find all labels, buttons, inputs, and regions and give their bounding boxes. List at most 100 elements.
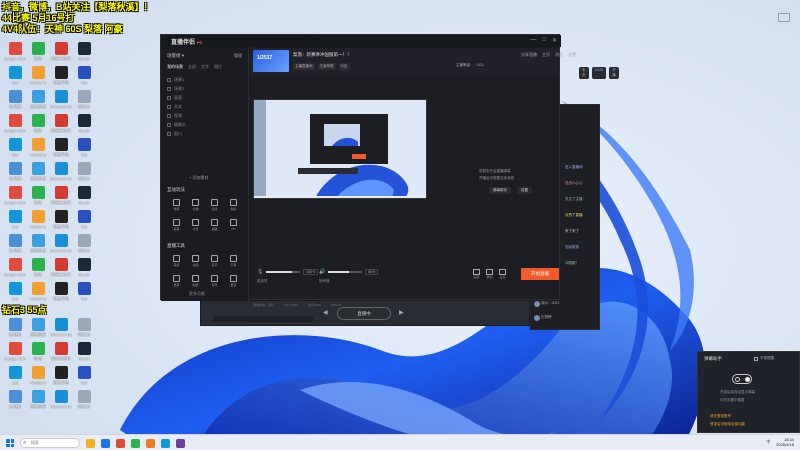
danmaku-settings-button[interactable]: 设置 <box>517 187 532 194</box>
next-arrow-icon[interactable]: ▶ <box>399 309 404 316</box>
desktop-icon[interactable]: 微信 <box>27 42 49 68</box>
taskbar-app-icon[interactable] <box>116 438 125 448</box>
desktop-icon[interactable]: Top <box>73 66 95 92</box>
stream-preview[interactable] <box>253 99 427 199</box>
desktop-icon[interactable]: 此电脑 <box>4 162 26 188</box>
desktop-icon[interactable]: 直播伴侣 <box>50 66 72 92</box>
desktop-icon[interactable]: 直播伴侣 <box>50 210 72 236</box>
taskbar-app-icon[interactable] <box>146 438 155 448</box>
stream-tag[interactable]: 分区 <box>338 63 350 70</box>
tab-all[interactable]: 全部 <box>188 64 196 70</box>
desktop-icon[interactable]: Top <box>73 210 95 236</box>
interactive-tool-button[interactable]: 连线 <box>205 199 224 215</box>
desktop-icon[interactable]: Google Chrome <box>4 42 26 68</box>
desktop-icon[interactable]: Top <box>73 366 95 392</box>
live-tool-button[interactable]: 贴纸 <box>186 275 205 291</box>
desktop-icon[interactable]: Steam <box>73 186 95 212</box>
desktop-icon[interactable]: Google Chrome <box>4 114 26 140</box>
scene-manage-button[interactable]: 管理 <box>234 53 242 59</box>
interactive-tool-button[interactable]: 礼物 <box>186 199 205 215</box>
desktop-icon[interactable]: QQ <box>4 366 26 392</box>
taskbar-app-icon[interactable] <box>86 438 95 448</box>
desktop-icon[interactable]: 网易云音乐 <box>50 42 72 68</box>
settings-button[interactable]: 设置 <box>568 52 576 58</box>
maximize-button[interactable]: □ <box>542 37 546 44</box>
desktop-icon[interactable]: Steam <box>73 114 95 140</box>
stream-tag[interactable]: 王者荣耀 <box>317 63 336 70</box>
desktop-icon[interactable]: Microsoft Edge <box>50 318 72 344</box>
scene-item[interactable]: 文本 <box>167 102 245 111</box>
interactive-tool-button[interactable]: 弹幕 <box>167 199 186 215</box>
live-tool-button[interactable]: 字幕 <box>224 255 243 271</box>
desktop-icon[interactable]: 回收站 <box>73 318 95 344</box>
scene-item[interactable]: 窗口 <box>167 129 245 138</box>
start-live-button[interactable]: 开始直播 <box>521 268 559 280</box>
quality-button[interactable]: 画质 <box>473 269 480 279</box>
desktop-icon[interactable]: 直播伴侣 <box>50 282 72 308</box>
desktop-icon[interactable]: Google Chrome <box>4 342 26 368</box>
desktop-icon[interactable]: Google Chrome <box>4 186 26 212</box>
desktop-icon[interactable]: Top <box>73 138 95 164</box>
interactive-tool-button[interactable]: 福袋 <box>205 219 224 235</box>
desktop-icon[interactable]: 此电脑 <box>4 318 26 344</box>
desktop-icon[interactable]: Microsoft Edge <box>50 390 72 416</box>
tab-text[interactable]: 文字 <box>201 64 209 70</box>
taskbar-clock[interactable]: 18:34 2026/4/18 <box>776 437 794 447</box>
desktop-icon[interactable]: 此电脑 <box>4 390 26 416</box>
desktop-icon[interactable]: 网易云音乐 <box>50 114 72 140</box>
desktop-icon[interactable]: 微信 <box>27 342 49 368</box>
scene-item[interactable]: 场景1 <box>167 75 245 84</box>
desktop-icon[interactable]: Microsoft Edge <box>50 162 72 188</box>
interactive-tool-button[interactable]: PK <box>224 219 243 235</box>
dont-remind-checkbox[interactable]: 不再提醒 <box>754 356 774 361</box>
desktop-icon[interactable]: 控制面板 <box>27 90 49 116</box>
taskbar-app-icon[interactable] <box>101 438 110 448</box>
control-settings-button[interactable]: 设置 <box>499 269 506 279</box>
desktop-icon[interactable]: Google Chrome <box>4 258 26 284</box>
desktop-icon[interactable]: 控制面板 <box>27 234 49 260</box>
notification-warning-2[interactable]: 登录后可使用全部功能 <box>710 422 745 427</box>
desktop-icon[interactable]: QQ <box>4 66 26 92</box>
desktop-icon[interactable]: 控制面板 <box>27 318 49 344</box>
desktop-icon[interactable]: Steam <box>73 342 95 368</box>
taskbar-app-icon[interactable] <box>131 438 140 448</box>
desktop-icon[interactable]: 微信 <box>27 114 49 140</box>
desktop-icon[interactable]: WeGame <box>27 210 49 236</box>
live-tool-button[interactable]: 更多 <box>224 275 243 291</box>
desktop-icon[interactable]: WeGame <box>27 138 49 164</box>
desktop-icon[interactable]: 回收站 <box>73 162 95 188</box>
language-pill[interactable]: 中文 <box>579 67 589 79</box>
scene-item[interactable]: 摄像头 <box>167 120 245 129</box>
close-button[interactable]: ✕ <box>552 37 557 44</box>
input-method-indicator[interactable]: 中 <box>766 439 770 445</box>
start-button[interactable] <box>6 439 14 447</box>
desktop-icon[interactable]: WeGame <box>27 366 49 392</box>
desktop-icon[interactable]: 回收站 <box>73 234 95 260</box>
desktop-icon[interactable]: 网易云音乐 <box>50 342 72 368</box>
desktop-icon[interactable]: 直播伴侣 <box>50 366 72 392</box>
tab-my-scenes[interactable]: 我的场景 <box>167 64 183 70</box>
desktop-icon[interactable]: 直播伴侣 <box>50 138 72 164</box>
desktop-icon[interactable]: 回收站 <box>73 390 95 416</box>
start-pill[interactable]: 开播 <box>609 67 619 79</box>
speaker-volume-slider[interactable] <box>328 271 363 273</box>
add-source-button[interactable]: + 添加素材 <box>189 175 208 181</box>
resolution-pill[interactable]: 1/120 <box>591 67 607 79</box>
live-tool-button[interactable]: 录屏 <box>167 275 186 291</box>
live-tool-button[interactable]: 滤镜 <box>186 255 205 271</box>
minimize-button[interactable]: — <box>530 37 536 44</box>
danmaku-assistant-button[interactable]: 弹幕助手 <box>489 187 511 194</box>
live-status-button[interactable]: 直播中 <box>337 307 391 320</box>
stream-title[interactable]: 梨落：新赛季冲国服第一！！ <box>293 52 352 58</box>
desktop-icon[interactable]: QQ <box>4 138 26 164</box>
desktop-icon[interactable]: Steam <box>73 42 95 68</box>
danmaku-toggle[interactable] <box>732 374 752 384</box>
desktop-icon[interactable]: Steam <box>73 258 95 284</box>
scene-item[interactable]: 画面 <box>167 93 245 102</box>
desktop-icon[interactable]: 控制面板 <box>27 390 49 416</box>
desktop-icon[interactable]: Microsoft Edge <box>50 234 72 260</box>
live-tool-button[interactable]: 变声 <box>205 255 224 271</box>
desktop-icon[interactable]: 此电脑 <box>4 234 26 260</box>
microphone-volume-slider[interactable] <box>266 271 301 273</box>
desktop-icon[interactable]: 网易云音乐 <box>50 186 72 212</box>
